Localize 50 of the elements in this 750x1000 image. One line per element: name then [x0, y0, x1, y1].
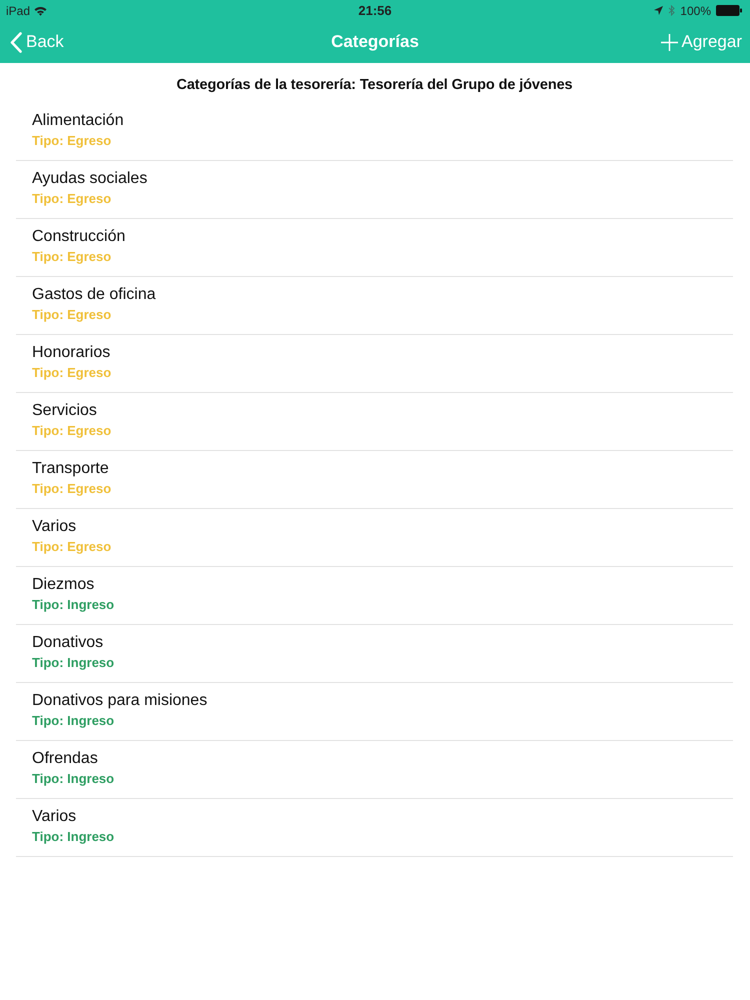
category-row[interactable]: Varios Tipo: Ingreso	[16, 799, 733, 857]
category-type: Tipo: Ingreso	[32, 771, 114, 787]
battery-icon	[716, 5, 742, 16]
category-row[interactable]: Honorarios Tipo: Egreso	[16, 335, 733, 393]
bluetooth-icon	[668, 5, 676, 16]
category-name: Honorarios	[32, 343, 110, 363]
category-name: Alimentación	[32, 111, 124, 131]
treasury-subtitle: Categorías de la tesorería: Tesorería del Grupo de jóvenes	[176, 77, 573, 93]
category-row[interactable]: Diezmos Tipo: Ingreso	[16, 567, 733, 625]
category-name: Donativos	[32, 633, 104, 653]
category-name: Construcción	[32, 227, 126, 247]
category-type: Tipo: Egreso	[32, 481, 112, 497]
category-row[interactable]: Donativos Tipo: Ingreso	[16, 625, 733, 683]
category-name: Varios	[32, 517, 76, 537]
category-type: Tipo: Ingreso	[32, 655, 114, 671]
category-name: Donativos para misiones	[32, 691, 208, 711]
category-row[interactable]: Varios Tipo: Egreso	[16, 509, 733, 567]
category-row[interactable]: Construcción Tipo: Egreso	[16, 219, 733, 277]
category-type: Tipo: Egreso	[32, 307, 112, 323]
category-type: Tipo: Ingreso	[32, 713, 114, 729]
chevron-left-icon	[10, 32, 22, 52]
clock-time: 21:56	[358, 3, 392, 18]
category-type: Tipo: Egreso	[32, 249, 112, 265]
category-type: Tipo: Ingreso	[32, 829, 114, 845]
category-type: Tipo: Egreso	[32, 191, 112, 207]
category-type: Tipo: Egreso	[32, 539, 112, 555]
category-type: Tipo: Egreso	[32, 365, 112, 381]
category-row[interactable]: Gastos de oficina Tipo: Egreso	[16, 277, 733, 335]
category-row[interactable]: Servicios Tipo: Egreso	[16, 393, 733, 451]
category-row[interactable]: Ofrendas Tipo: Ingreso	[16, 741, 733, 799]
category-name: Gastos de oficina	[32, 285, 156, 305]
category-name: Diezmos	[32, 575, 94, 595]
category-name: Ayudas sociales	[32, 169, 148, 189]
category-name: Servicios	[32, 401, 97, 421]
screen-title: Categorías	[331, 32, 419, 51]
category-row[interactable]: Transporte Tipo: Egreso	[16, 451, 733, 509]
category-type: Tipo: Egreso	[32, 423, 112, 439]
location-arrow-icon	[654, 6, 664, 15]
battery-percentage: 100%	[680, 4, 711, 18]
category-row[interactable]: Ayudas sociales Tipo: Egreso	[16, 161, 733, 219]
category-row[interactable]: Donativos para misiones Tipo: Ingreso	[16, 683, 733, 741]
category-name: Transporte	[32, 459, 109, 479]
wifi-icon	[34, 6, 48, 16]
category-type: Tipo: Egreso	[32, 133, 112, 149]
category-name: Ofrendas	[32, 749, 98, 769]
category-name: Varios	[32, 807, 76, 827]
category-type: Tipo: Ingreso	[32, 597, 114, 613]
device-label: iPad	[6, 4, 30, 18]
plus-icon	[660, 34, 678, 50]
category-row[interactable]: Alimentación Tipo: Egreso	[16, 103, 733, 161]
